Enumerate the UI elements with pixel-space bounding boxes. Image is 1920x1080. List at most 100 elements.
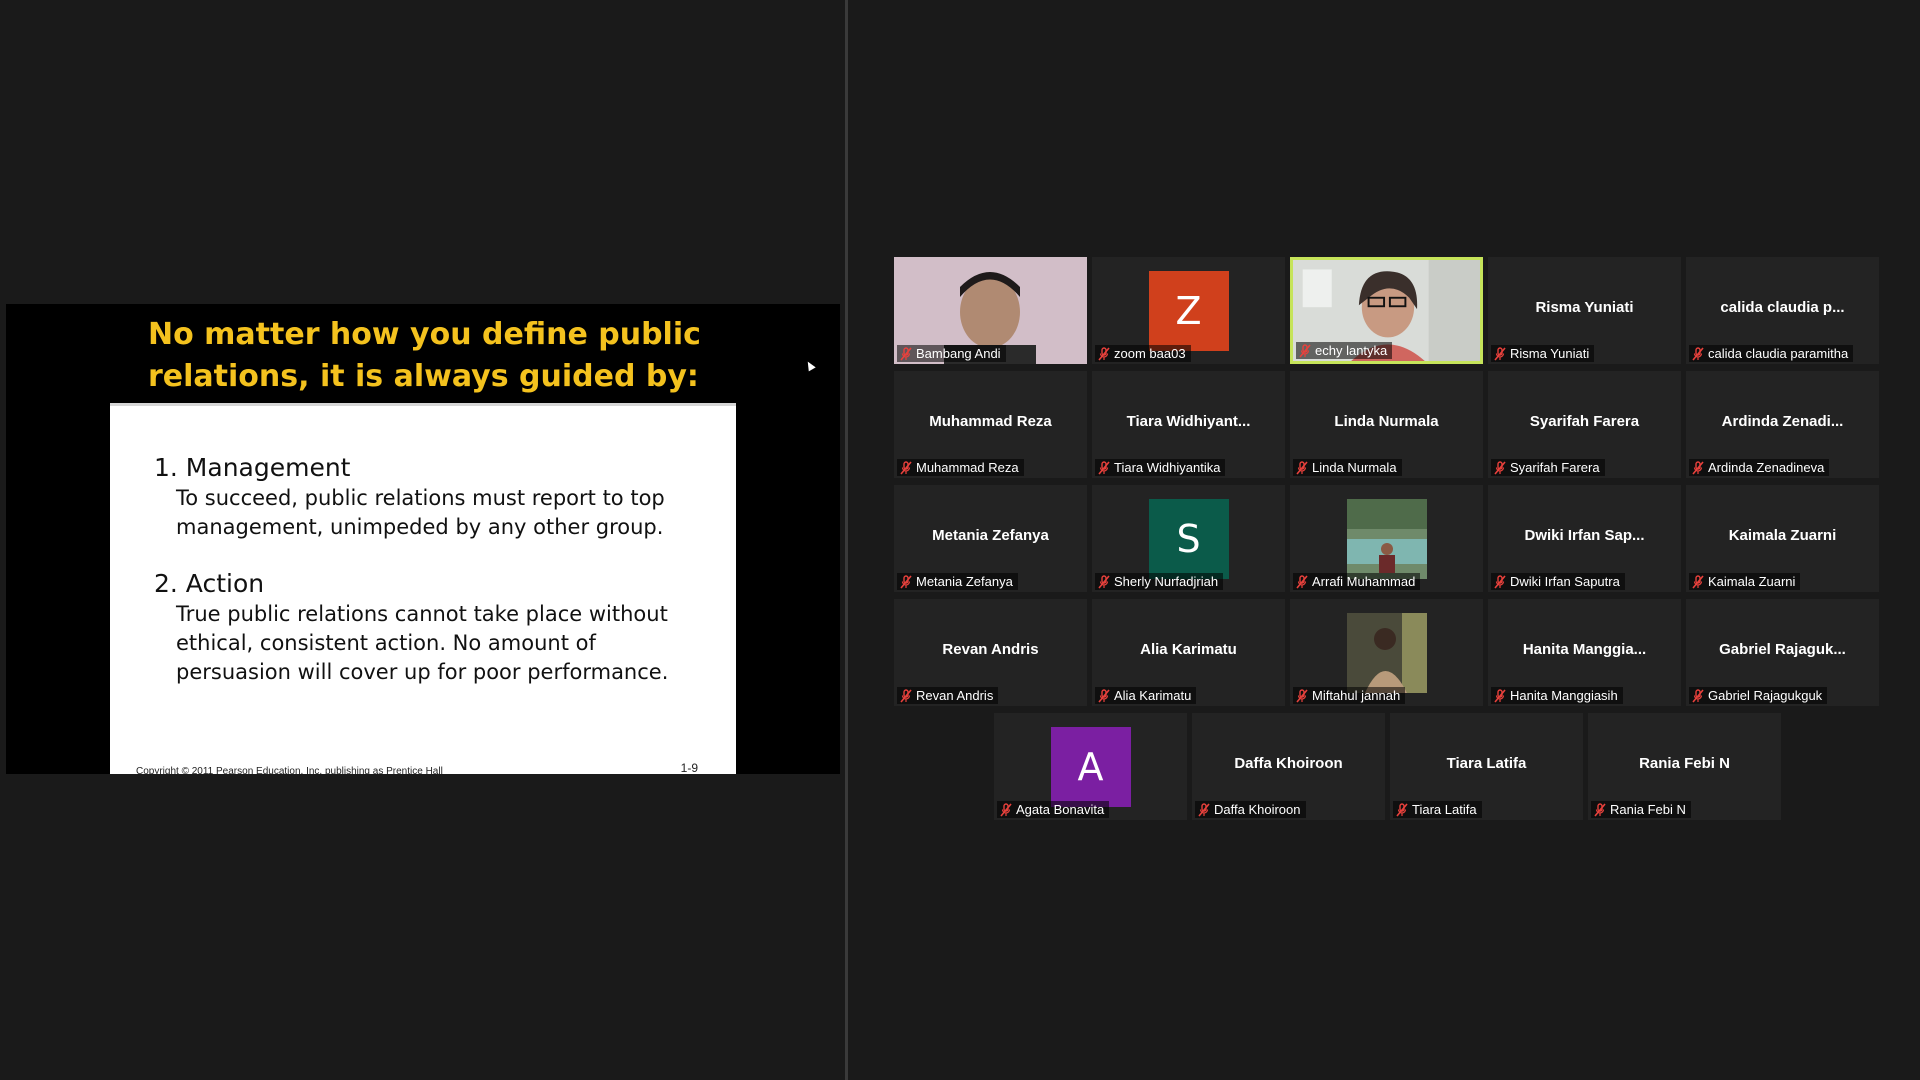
participant-tile[interactable]: Miftahul jannah: [1290, 599, 1483, 706]
participant-tile[interactable]: Gabriel Rajaguk... Gabriel Rajagukguk: [1686, 599, 1879, 706]
participant-display-name: Rania Febi N: [1639, 755, 1730, 772]
participant-name-text: zoom baa03: [1114, 346, 1186, 361]
participant-display-name: Kaimala Zuarni: [1728, 527, 1837, 544]
slide-point-action: 2. Action True public relations cannot t…: [154, 568, 716, 687]
participant-display-name: Daffa Khoiroon: [1234, 755, 1343, 772]
mic-muted-icon: [1299, 343, 1311, 358]
participant-name-label: echy lantyka: [1296, 342, 1393, 359]
participant-name-label: Dwiki Irfan Saputra: [1491, 573, 1625, 590]
participant-tile[interactable]: Bambang Andi: [894, 257, 1087, 364]
participant-profile-photo: [1346, 613, 1427, 693]
participant-tile[interactable]: Rania Febi N Rania Febi N: [1588, 713, 1781, 820]
participant-name-text: Linda Nurmala: [1312, 460, 1397, 475]
participant-tile[interactable]: Kaimala Zuarni Kaimala Zuarni: [1686, 485, 1879, 592]
participant-name-text: Tiara Widhiyantika: [1114, 460, 1221, 475]
participant-tile[interactable]: Ardinda Zenadi... Ardinda Zenadineva: [1686, 371, 1879, 478]
mic-muted-icon: [1098, 574, 1110, 589]
participant-tile[interactable]: Linda Nurmala Linda Nurmala: [1290, 371, 1483, 478]
participant-name-text: Risma Yuniati: [1510, 346, 1590, 361]
participant-name-label: Daffa Khoiroon: [1195, 801, 1306, 818]
participant-avatar-initial: A: [1050, 727, 1131, 807]
slide-title: No matter how you define public relation…: [148, 317, 701, 394]
participant-display-name: Gabriel Rajaguk...: [1719, 641, 1846, 658]
mic-muted-icon: [1494, 688, 1506, 703]
participant-tile[interactable]: Hanita Manggia... Hanita Manggiasih: [1488, 599, 1681, 706]
participant-name-label: Tiara Latifa: [1393, 801, 1482, 818]
mic-muted-icon: [1494, 346, 1506, 361]
participant-display-name: Ardinda Zenadi...: [1721, 413, 1844, 430]
mic-muted-icon: [1296, 688, 1308, 703]
participant-name-label: Tiara Widhiyantika: [1095, 459, 1226, 476]
participant-tile[interactable]: Alia Karimatu Alia Karimatu: [1092, 599, 1285, 706]
mic-muted-icon: [900, 688, 912, 703]
shared-screen-pane: No matter how you define public relation…: [0, 0, 845, 1080]
participant-name-text: calida claudia paramitha: [1708, 346, 1849, 361]
participant-tile[interactable]: Muhammad Reza Muhammad Reza: [894, 371, 1087, 478]
participant-display-name: Linda Nurmala: [1334, 413, 1439, 430]
point-heading: 2. Action: [154, 569, 265, 598]
mic-muted-icon: [900, 346, 912, 361]
participant-avatar-initial: Z: [1148, 271, 1229, 351]
participant-name-text: Miftahul jannah: [1312, 688, 1401, 703]
participant-name-label: Sherly Nurfadjriah: [1095, 573, 1224, 590]
mic-muted-icon: [1198, 802, 1210, 817]
participant-tile[interactable]: S Sherly Nurfadjriah: [1092, 485, 1285, 592]
participant-name-text: Daffa Khoiroon: [1214, 802, 1301, 817]
slide-point-management: 1. Management To succeed, public relatio…: [154, 452, 716, 542]
participant-name-text: Ardinda Zenadineva: [1708, 460, 1825, 475]
participant-display-name: Metania Zefanya: [932, 527, 1049, 544]
participant-tile[interactable]: Daffa Khoiroon Daffa Khoiroon: [1192, 713, 1385, 820]
participant-tile[interactable]: Zzoom baa03: [1092, 257, 1285, 364]
participant-tile[interactable]: Tiara Latifa Tiara Latifa: [1390, 713, 1583, 820]
participant-tile[interactable]: calida claudia p... calida claudia parami…: [1686, 257, 1879, 364]
participant-display-name: Alia Karimatu: [1140, 641, 1237, 658]
mic-muted-icon: [900, 574, 912, 589]
mic-muted-icon: [1692, 346, 1704, 361]
mic-muted-icon: [1692, 460, 1704, 475]
participant-display-name: Revan Andris: [942, 641, 1039, 658]
participant-name-label: Kaimala Zuarni: [1689, 573, 1801, 590]
participant-name-label: zoom baa03: [1095, 345, 1191, 362]
participant-name-label: Miftahul jannah: [1293, 687, 1406, 704]
participant-tile[interactable]: echy lantyka: [1290, 257, 1483, 364]
mouse-cursor-icon: [804, 359, 816, 372]
participant-display-name: Muhammad Reza: [929, 413, 1052, 430]
participant-tile[interactable]: Metania Zefanya Metania Zefanya: [894, 485, 1087, 592]
participant-name-label: Alia Karimatu: [1095, 687, 1197, 704]
participant-name-text: Agata Bonavita: [1016, 802, 1105, 817]
point-body: To succeed, public relations must report…: [176, 486, 665, 539]
slide-content-box: 1. Management To succeed, public relatio…: [110, 403, 736, 774]
participant-name-label: Risma Yuniati: [1491, 345, 1595, 362]
participant-tile[interactable]: Tiara Widhiyant... Tiara Widhiyantika: [1092, 371, 1285, 478]
participant-name-text: Muhammad Reza: [916, 460, 1019, 475]
participant-tile[interactable]: Risma Yuniati Risma Yuniati: [1488, 257, 1681, 364]
participant-tile[interactable]: Revan Andris Revan Andris: [894, 599, 1087, 706]
slide-copyright: Copyright © 2011 Pearson Education, Inc.…: [136, 766, 443, 774]
participant-name-text: Kaimala Zuarni: [1708, 574, 1796, 589]
mic-muted-icon: [1296, 574, 1308, 589]
participant-name-label: Rania Febi N: [1591, 801, 1691, 818]
mic-muted-icon: [1692, 574, 1704, 589]
participant-profile-photo: [1346, 499, 1427, 579]
participant-name-text: echy lantyka: [1315, 343, 1388, 358]
participant-name-text: Alia Karimatu: [1114, 688, 1192, 703]
participant-tile[interactable]: Syarifah Farera Syarifah Farera: [1488, 371, 1681, 478]
participant-tile[interactable]: Arrafi Muhammad: [1290, 485, 1483, 592]
participant-gallery: Bambang Andi Zzoom baa03 echy lantyka Risma…: [848, 0, 1920, 1080]
participant-tile[interactable]: Dwiki Irfan Sap... Dwiki Irfan Saputra: [1488, 485, 1681, 592]
participant-display-name: Syarifah Farera: [1529, 413, 1640, 430]
participant-name-text: Rania Febi N: [1610, 802, 1686, 817]
participant-display-name: Risma Yuniati: [1535, 299, 1634, 316]
participant-name-label: Muhammad Reza: [897, 459, 1024, 476]
point-body: True public relations cannot take place …: [176, 602, 669, 684]
mic-muted-icon: [1494, 460, 1506, 475]
participant-name-text: Hanita Manggiasih: [1510, 688, 1618, 703]
participant-display-name: Dwiki Irfan Sap...: [1524, 527, 1645, 544]
participant-display-name: calida claudia p...: [1720, 299, 1845, 316]
mic-muted-icon: [1098, 688, 1110, 703]
participant-name-text: Dwiki Irfan Saputra: [1510, 574, 1620, 589]
participant-name-text: Syarifah Farera: [1510, 460, 1600, 475]
participant-name-label: Arrafi Muhammad: [1293, 573, 1421, 590]
mic-muted-icon: [1098, 346, 1110, 361]
participant-tile[interactable]: A Agata Bonavita: [994, 713, 1187, 820]
